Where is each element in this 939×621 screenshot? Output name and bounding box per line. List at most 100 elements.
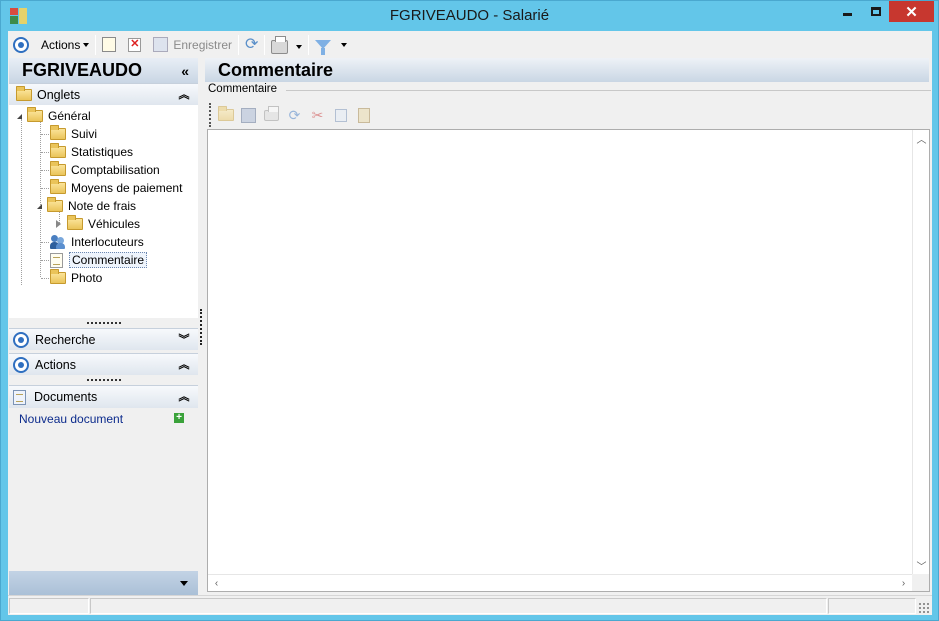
new-button[interactable]	[99, 34, 119, 56]
tree-item-label: Véhicules	[88, 217, 141, 231]
section-documents-label: Documents	[34, 390, 98, 404]
save-button[interactable]: Enregistrer	[150, 34, 235, 56]
tree-item-label: Note de frais	[68, 199, 137, 213]
section-actions[interactable]: Actions ︽	[9, 353, 198, 375]
actions-menu-icon-button[interactable]	[10, 34, 32, 56]
printer-icon	[264, 105, 279, 121]
chevron-up-icon[interactable]: ︽	[178, 359, 190, 370]
folder-icon	[47, 197, 63, 212]
application-window: FGRIVEAUDO - Salarié ✕ Actions ✕ Enregis…	[0, 0, 939, 621]
actions-dropdown-button[interactable]: Actions	[38, 34, 92, 56]
tree-item-commentaire[interactable]: Commentaire	[50, 251, 148, 269]
open-button[interactable]	[217, 106, 234, 124]
toolbar-separator	[238, 34, 240, 55]
tree-item-label: Statistiques	[71, 145, 134, 159]
main-toolbar: Actions ✕ Enregistrer ⟳	[8, 31, 932, 58]
folder-icon	[16, 85, 32, 101]
scroll-right-icon[interactable]: ›	[895, 575, 912, 592]
tree-item-suivi[interactable]: Suivi	[50, 125, 97, 143]
client-area: Actions ✕ Enregistrer ⟳ FGRIVEAUDO « Ong…	[8, 31, 932, 615]
section-actions-label: Actions	[35, 357, 76, 372]
collapsed-arrow-icon[interactable]	[56, 220, 61, 228]
size-grip-icon[interactable]	[918, 602, 929, 613]
delete-icon: ✕	[128, 37, 142, 52]
tree-item-moyens-paiement[interactable]: Moyens de paiement	[50, 179, 182, 197]
toolbar-separator	[264, 34, 266, 55]
tree-item-label: Moyens de paiement	[71, 181, 183, 195]
resize-grip[interactable]	[9, 318, 198, 328]
editor-refresh-button[interactable]: ⟳	[286, 107, 303, 124]
tree-connector	[41, 152, 49, 153]
tree-item-general[interactable]: Général	[17, 107, 91, 125]
window-title: FGRIVEAUDO - Salarié	[389, 7, 550, 24]
folder-icon	[27, 107, 43, 122]
folder-icon	[50, 125, 66, 140]
maximize-button[interactable]	[862, 1, 889, 22]
cut-button[interactable]: ✂	[309, 107, 326, 124]
panel-splitter[interactable]	[200, 309, 202, 345]
print-button[interactable]	[268, 35, 305, 58]
close-button[interactable]: ✕	[889, 1, 934, 22]
new-document-icon	[102, 37, 117, 52]
target-icon	[13, 36, 29, 53]
tabs-tree: Général Suivi Statistiques Comptabilisat…	[9, 105, 198, 318]
documents-body: Nouveau document +	[9, 408, 198, 568]
printer-icon	[271, 35, 289, 54]
tree-item-label: Suivi	[71, 127, 98, 141]
target-icon	[13, 356, 29, 373]
tree-item-note-de-frais[interactable]: Note de frais	[37, 197, 136, 215]
vertical-scrollbar[interactable]: ︿ ﹀	[912, 130, 929, 574]
collapse-panel-icon[interactable]: «	[181, 63, 189, 79]
refresh-button[interactable]: ⟳	[242, 34, 261, 56]
actions-dropdown-label: Actions	[41, 37, 81, 52]
tree-item-vehicules[interactable]: Véhicules	[56, 215, 140, 233]
tree-item-comptabilisation[interactable]: Comptabilisation	[50, 161, 160, 179]
title-bar[interactable]: FGRIVEAUDO - Salarié ✕	[1, 1, 938, 31]
comment-text-area[interactable]: ︿ ﹀ ‹ ›	[207, 129, 930, 592]
minimize-button[interactable]	[833, 1, 862, 22]
toolbar-separator	[308, 34, 310, 55]
chevron-up-icon[interactable]: ︽	[178, 392, 190, 403]
new-document-link[interactable]: Nouveau document	[19, 412, 123, 426]
tree-item-label-selected: Commentaire	[69, 252, 148, 268]
status-panel	[90, 598, 827, 614]
tree-connector	[41, 260, 49, 261]
delete-button[interactable]: ✕	[125, 34, 144, 56]
filter-button[interactable]	[312, 34, 350, 56]
paste-button[interactable]	[355, 107, 372, 124]
expanded-arrow-icon[interactable]	[37, 203, 42, 209]
group-box-line	[286, 90, 931, 91]
note-icon	[50, 252, 63, 268]
status-panel	[828, 598, 916, 614]
scissors-icon: ✂	[311, 106, 324, 123]
section-onglets[interactable]: Onglets ︽	[9, 83, 198, 105]
tree-item-label: Photo	[71, 271, 103, 285]
save-icon	[153, 37, 169, 52]
tree-item-statistiques[interactable]: Statistiques	[50, 143, 133, 161]
resize-grip[interactable]	[9, 375, 198, 385]
scroll-up-icon[interactable]: ︿	[913, 130, 930, 147]
chevron-down-icon[interactable]: ︾	[178, 334, 190, 345]
target-icon	[13, 331, 29, 348]
horizontal-scrollbar[interactable]: ‹ ›	[208, 574, 912, 591]
section-documents[interactable]: Documents ︽	[9, 385, 198, 408]
navigation-footer	[9, 571, 198, 596]
tree-item-photo[interactable]: Photo	[50, 269, 102, 287]
add-icon[interactable]: +	[174, 413, 184, 423]
status-bar	[8, 595, 932, 615]
dropdown-arrow-icon[interactable]	[180, 581, 188, 586]
tree-item-label: Comptabilisation	[71, 163, 160, 177]
editor-print-button[interactable]	[263, 105, 280, 124]
tree-item-interlocuteurs[interactable]: Interlocuteurs	[50, 233, 144, 251]
scroll-left-icon[interactable]: ‹	[208, 575, 225, 592]
scrollbar-corner	[912, 574, 929, 591]
dropdown-arrow-icon	[341, 42, 348, 47]
scroll-down-icon[interactable]: ﹀	[913, 557, 930, 574]
folder-icon	[50, 269, 66, 284]
chevron-up-icon[interactable]: ︽	[178, 89, 190, 100]
copy-button[interactable]	[332, 107, 349, 124]
editor-save-button[interactable]	[240, 107, 257, 124]
expanded-arrow-icon[interactable]	[17, 113, 22, 119]
maximize-icon	[870, 7, 881, 16]
section-recherche[interactable]: Recherche ︾	[9, 328, 198, 350]
